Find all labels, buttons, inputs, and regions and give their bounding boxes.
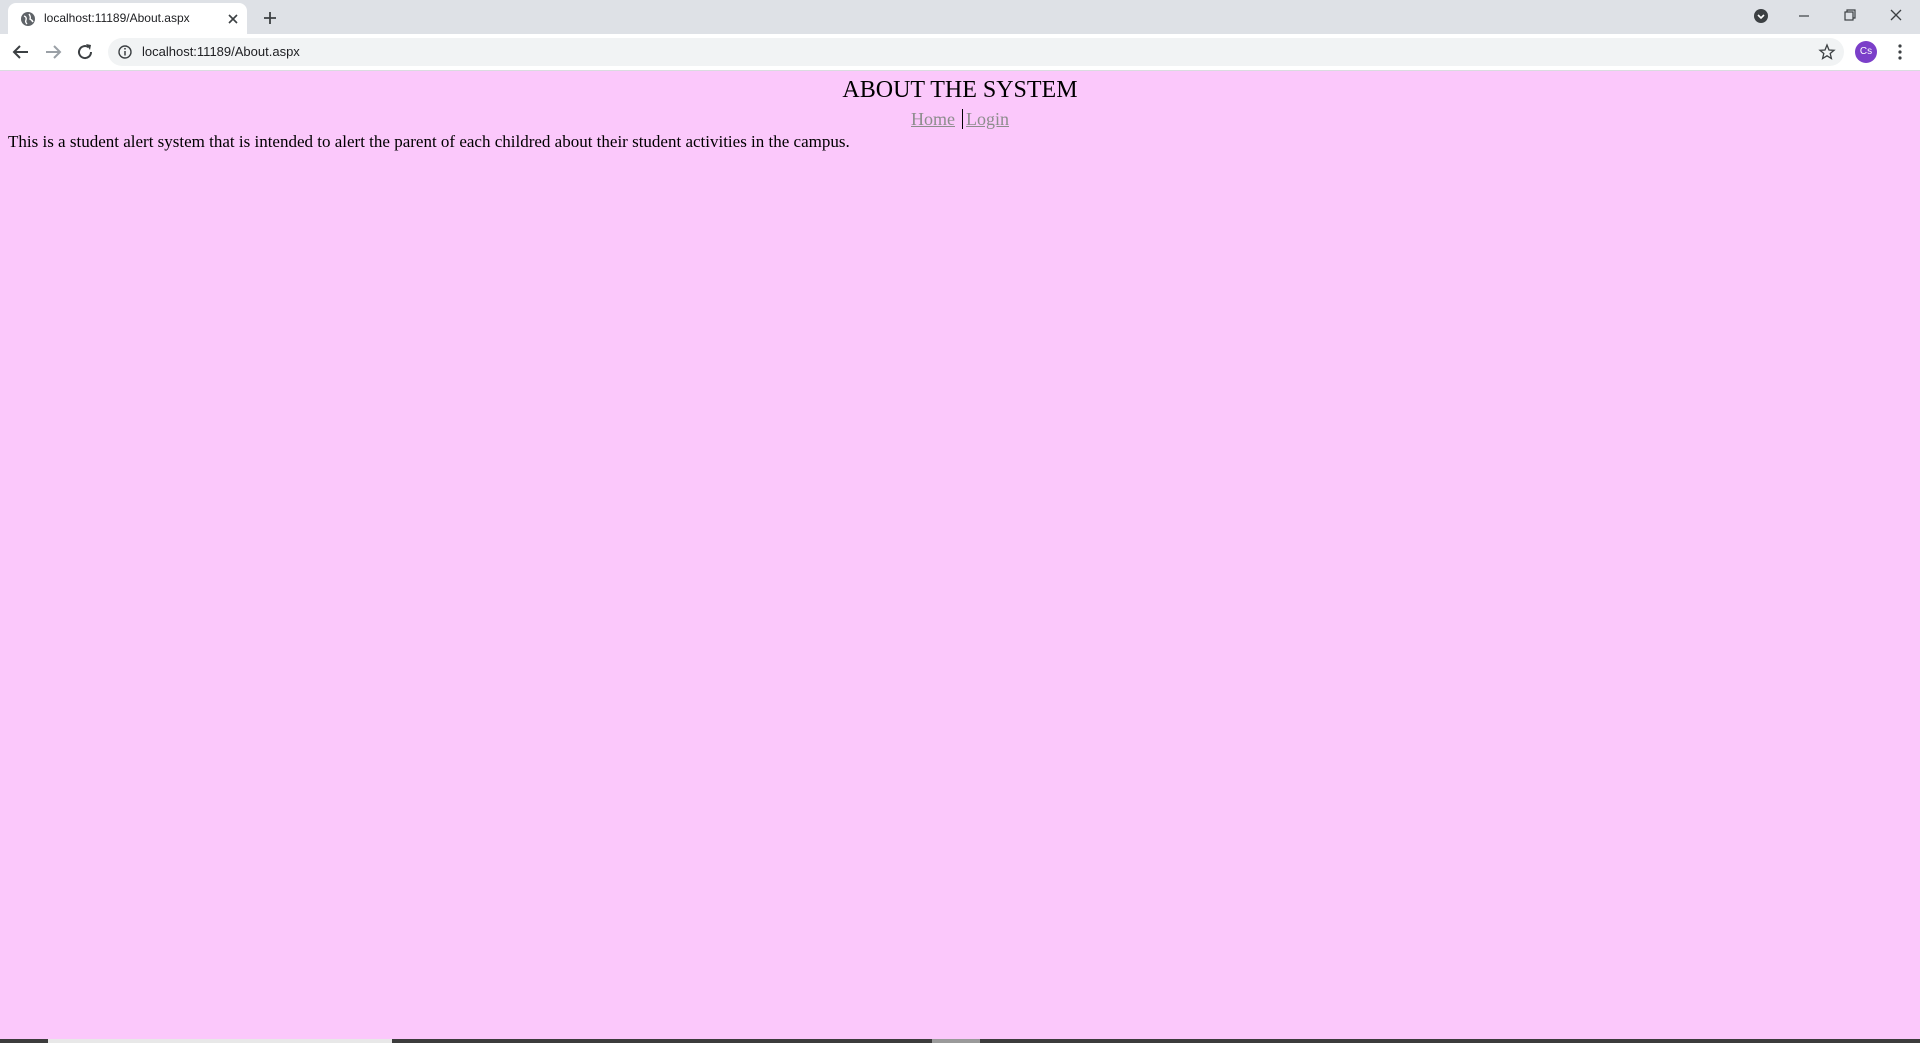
browser-toolbar: localhost:11189/About.aspx Cs bbox=[0, 34, 1920, 71]
info-icon[interactable] bbox=[117, 44, 133, 60]
nav-separator bbox=[962, 109, 963, 129]
profile-avatar[interactable]: Cs bbox=[1855, 41, 1877, 63]
more-menu-icon[interactable] bbox=[1890, 42, 1910, 62]
minimize-icon[interactable] bbox=[1786, 4, 1822, 28]
reload-icon[interactable] bbox=[73, 40, 97, 64]
page-title: ABOUT THE SYSTEM bbox=[842, 77, 1078, 103]
home-link[interactable]: Home bbox=[911, 109, 955, 129]
bookmark-star-icon[interactable] bbox=[1818, 43, 1836, 61]
tab-title: localhost:11189/About.aspx bbox=[44, 11, 190, 25]
restore-icon[interactable] bbox=[1832, 4, 1868, 28]
tab-strip: localhost:11189/About.aspx bbox=[0, 0, 1920, 34]
url-text[interactable]: localhost:11189/About.aspx bbox=[142, 44, 300, 59]
new-tab-icon[interactable] bbox=[260, 8, 280, 28]
globe-icon bbox=[21, 12, 35, 26]
tab-about[interactable]: localhost:11189/About.aspx bbox=[8, 3, 247, 34]
forward-arrow-icon[interactable] bbox=[41, 40, 65, 64]
page-nav: Home Login bbox=[0, 109, 1920, 130]
bottom-scrollbar[interactable] bbox=[0, 1039, 1920, 1043]
tab-search-icon[interactable] bbox=[1743, 4, 1779, 28]
browser-window: localhost:11189/About.aspx localhost:111… bbox=[0, 0, 1920, 1043]
page-content: ABOUT THE SYSTEM Home Login This is a stu… bbox=[0, 71, 1920, 1039]
scrollbar-segment bbox=[932, 1039, 980, 1043]
address-bar[interactable]: localhost:11189/About.aspx bbox=[108, 38, 1844, 66]
close-window-icon[interactable] bbox=[1878, 4, 1914, 28]
back-arrow-icon[interactable] bbox=[9, 40, 33, 64]
scrollbar-thumb[interactable] bbox=[48, 1039, 392, 1043]
login-link[interactable]: Login bbox=[966, 109, 1009, 129]
about-description: This is a student alert system that is i… bbox=[8, 132, 850, 151]
close-tab-icon[interactable] bbox=[225, 11, 241, 27]
